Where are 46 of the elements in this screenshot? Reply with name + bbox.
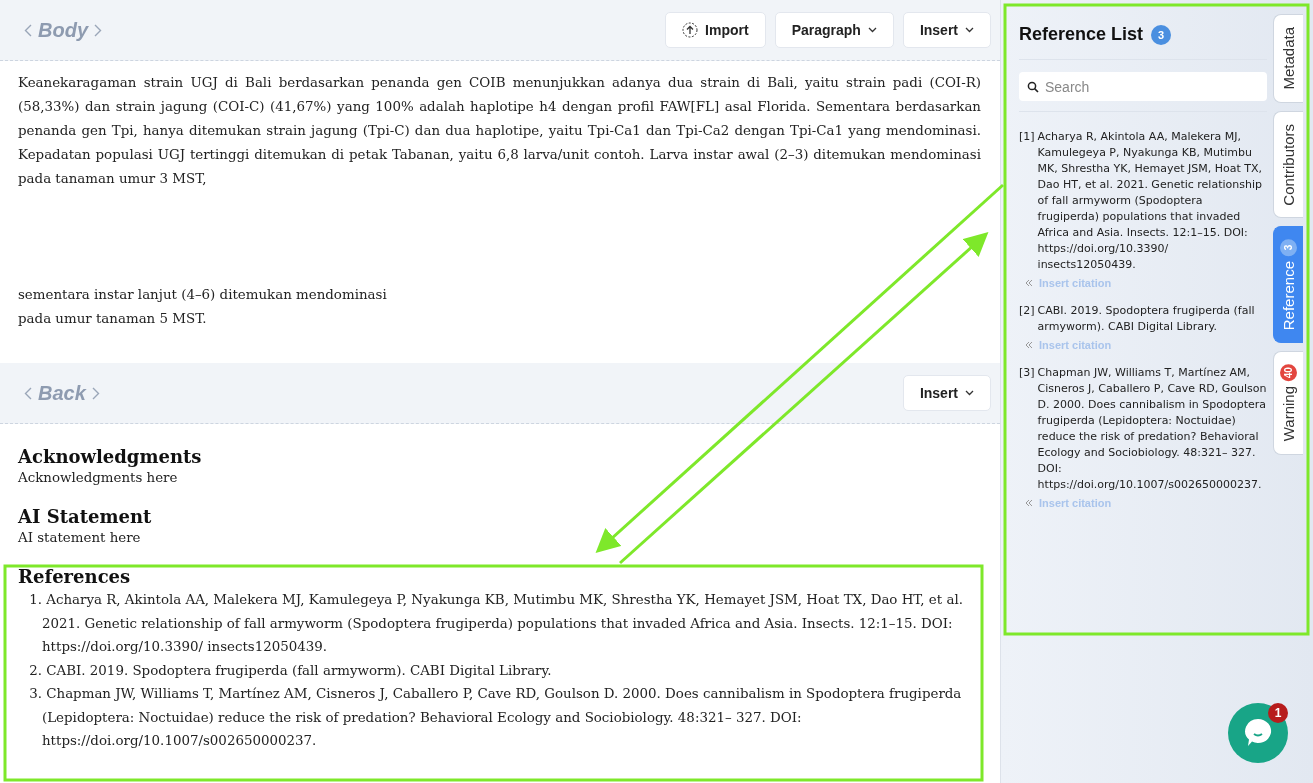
count-badge: 3 — [1151, 24, 1172, 45]
reference-text: Chapman JW, Williams T, Martínez AM, Cisneros J, Caballero P, Cave RD, Goulson D. 2000. Does cannibalism in Spodoptera frugiperda (Lepidoptera: Noctuidae) reduce the risk of predation? Behavioral Ecology and Sociobiology. 48:321– 327. DOI: https://doi.org/10.1007/s002650000237. — [42, 685, 963, 750]
section-text: AI statement here — [18, 529, 142, 547]
reference-text: CABI. 2019. Spodoptera frugiperda (fall armyworm). CABI Digital Library. — [1037, 303, 1256, 335]
chevron-down-icon — [867, 27, 877, 33]
reference-number: [1] — [1019, 129, 1035, 145]
search-field[interactable]: Search — [1019, 72, 1267, 101]
chevron-left-icon[interactable] — [24, 23, 32, 37]
tab-badge: 3 — [1280, 239, 1297, 257]
body-paragraph: sementara instar lanjut (4–6) ditemukan mendominasi pada umur tanaman 5 MST. — [18, 286, 388, 328]
side-tab[interactable]: Warning 40 — [1273, 351, 1303, 455]
tab-badge: 40 — [1280, 364, 1297, 382]
chevron-right-icon[interactable] — [94, 23, 102, 37]
side-tab[interactable]: Contributors — [1273, 110, 1303, 219]
reference-text: Chapman JW, Williams T, Martínez AM, Cisneros J, Caballero P, Cave RD, Goulson D. 2000. Does cannibalism in Spodoptera frugiperda (Lepidoptera: Noctuidae) reduce the risk of predation? Behavioral Ecology and Sociobiology. 48:321– 327. DOI: https://doi.org/10.1007/s002650000237. — [1037, 365, 1267, 493]
upload-icon — [682, 22, 699, 38]
chat-bubble-icon — [1244, 718, 1272, 748]
side-tab[interactable]: Reference 3 — [1273, 226, 1303, 344]
reference-text: Acharya R, Akintola AA, Malekera MJ, Kamulegeya P, Nyakunga KB, Mutimbu MK, Shrestha YK, Hemayet JSM, Hoat TX, Dao HT, et al. 2021. Genetic relationship of fall armyworm (Spodoptera frugiperda) populations that invaded Africa and Asia. Insects. 12:1–15. DOI: https://doi.org/10.3390/ insects12050439. — [1037, 129, 1264, 273]
section-text: Acknowledgments here — [18, 469, 179, 487]
section-title: Back — [38, 381, 86, 405]
section-heading: AI Statement — [18, 506, 153, 528]
references-heading: References — [18, 566, 132, 588]
body-paragraph: Keanekaragaman strain UGJ di Bali berdasarkan penanda gen COIB menunjukkan adanya dua strain di Bali, yaitu strain padi (COI-R) (58,33%) dan strain jagung (COI-C) (41,67%) yang 100% adalah haplotipe h4 dengan profil FAW[FL] asal Florida. Sementara berdasarkan penanda gen Tpi, hanya ditemukan strain jagung (Tpi-C) dan dua haplotipe, yaitu Tpi-Ca1 dan Tpi-Ca2 dengan Tpi-Ca1 yang mendominasi. Kepadatan populasi UGJ tertinggi ditemukan di petak Tabanan, yaitu 6,8 larva/unit contoh. Larva instar awal (2–3) ditemukan mendominasi pada tanaman umur 3 MST, — [18, 74, 981, 188]
side-tab[interactable]: Metadata — [1273, 14, 1303, 103]
reference-number: 3. — [28, 685, 42, 703]
section-heading: Acknowledgments — [18, 446, 203, 468]
dropdown-button[interactable]: Insert — [902, 375, 991, 411]
section-title: Body — [38, 18, 88, 42]
dropdown-button[interactable]: Insert — [902, 12, 991, 48]
reference-number: [2] — [1019, 303, 1035, 319]
reference-number: [3] — [1019, 365, 1035, 381]
import-button[interactable]: Import — [665, 12, 766, 48]
double-chevron-left-icon — [1025, 341, 1033, 349]
double-chevron-left-icon — [1025, 499, 1033, 507]
reference-number: 2. — [28, 661, 42, 680]
double-chevron-left-icon — [1025, 279, 1033, 287]
chevron-left-icon[interactable] — [24, 386, 32, 400]
reference-text: CABI. 2019. Spodoptera frugiperda (fall armyworm). CABI Digital Library. — [45, 661, 553, 680]
reference-text: Acharya R, Akintola AA, Malekera MJ, Kamulegeya P, Nyakunga KB, Mutimbu MK, Shrestha YK, Hemayet JSM, Hoat TX, Dao HT, et al. 2021. Genetic relationship of fall armyworm (Spodoptera frugiperda) populations that invaded Africa and Asia. Insects. 12:1–15. DOI: https://doi.org/10.3390/ insects12050439. — [42, 591, 964, 656]
panel-title: Reference List — [1019, 24, 1144, 45]
chevron-right-icon[interactable] — [91, 386, 100, 400]
dropdown-button[interactable]: Paragraph — [774, 12, 894, 48]
reference-number: 1. — [28, 591, 42, 609]
chevron-down-icon — [965, 390, 974, 396]
chevron-down-icon — [965, 27, 974, 33]
